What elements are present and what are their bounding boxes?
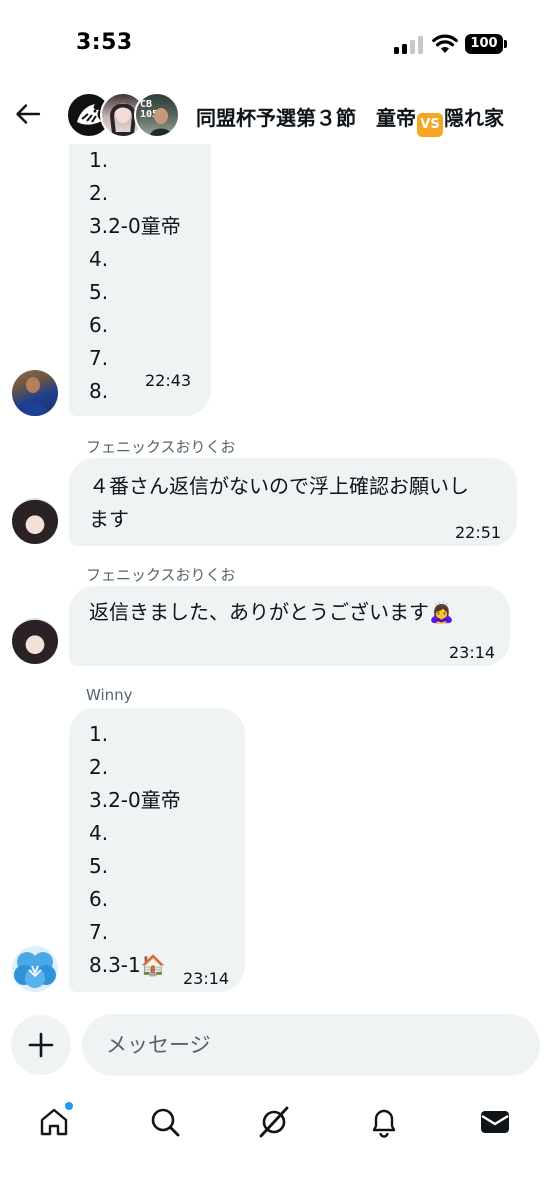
cellular-signal-icon	[394, 36, 424, 54]
sender-avatar[interactable]	[12, 370, 58, 416]
message-list[interactable]: 1. 2. 3.2-0童帝 4. 5. 6. 7. 8. 22:43 フェニック…	[0, 144, 552, 1008]
dm-conversation-screen: 3:53 100 CB 105 同盟杯予選第３節 童帝 VS 隠れ家 1. 2.…	[0, 0, 552, 1200]
message-bubble[interactable]: 1. 2. 3.2-0童帝 4. 5. 6. 7. 8.3-1🏠 23:14	[69, 708, 245, 992]
sender-name: Winny	[86, 686, 133, 704]
sender-avatar[interactable]	[12, 618, 58, 664]
message-input[interactable]	[82, 1014, 540, 1076]
battery-tip	[504, 40, 507, 48]
message-line: 1.	[89, 722, 109, 746]
message-timestamp: 23:14	[183, 969, 230, 988]
plus-icon	[28, 1032, 54, 1058]
message-line: 3.2-0童帝	[89, 788, 181, 812]
bottom-navigation	[0, 1088, 552, 1152]
sender-avatar[interactable]	[12, 946, 58, 992]
add-attachment-button[interactable]	[11, 1015, 71, 1075]
home-notification-dot	[65, 1102, 73, 1110]
message-line: 6.	[89, 887, 109, 911]
arrow-left-icon	[16, 104, 41, 124]
message-line: ４番さん返信がないので浮上確認お願いし	[89, 474, 469, 498]
grok-icon	[259, 1106, 289, 1138]
conversation-header: CB 105 同盟杯予選第３節 童帝 VS 隠れ家	[0, 88, 552, 144]
title-text-part2: 隠れ家	[444, 106, 504, 130]
message-timestamp: 22:43	[145, 371, 192, 390]
message-bubble[interactable]: ４番さん返信がないので浮上確認お願いし ます 22:51	[69, 458, 517, 546]
message-line: 2.	[89, 181, 109, 205]
message-line: 1.	[89, 148, 109, 172]
group-avatars[interactable]: CB 105	[66, 92, 184, 140]
nav-messages[interactable]	[475, 1102, 515, 1142]
message-line: 5.	[89, 280, 109, 304]
wifi-icon	[432, 33, 458, 55]
message-line: 4.	[89, 247, 109, 271]
sender-name: フェニックスおりくお	[86, 566, 236, 584]
message-line: 返信きました、ありがとうございます🙇‍♀️	[89, 600, 454, 624]
nav-grok[interactable]	[254, 1102, 294, 1142]
mail-icon	[481, 1111, 509, 1133]
sender-avatar[interactable]	[12, 498, 58, 544]
battery-indicator: 100	[465, 34, 503, 54]
message-timestamp: 22:51	[455, 523, 502, 542]
status-time: 3:53	[76, 30, 133, 55]
message-line: 6.	[89, 313, 109, 337]
message-timestamp: 23:14	[449, 643, 496, 662]
title-text-part1: 同盟杯予選第３節 童帝	[196, 106, 416, 130]
sender-name: フェニックスおりくお	[86, 438, 236, 456]
nav-notifications[interactable]	[364, 1102, 404, 1142]
message-composer	[0, 1012, 552, 1078]
message-line: 7.	[89, 920, 109, 944]
nav-home[interactable]	[34, 1102, 74, 1142]
message-bubble[interactable]: 返信きました、ありがとうございます🙇‍♀️ 23:14	[69, 586, 510, 666]
message-line: ます	[89, 507, 129, 531]
search-icon	[151, 1108, 180, 1137]
nav-search[interactable]	[145, 1102, 185, 1142]
vs-icon: VS	[417, 113, 443, 137]
back-button[interactable]	[10, 96, 46, 132]
message-bubble[interactable]: 1. 2. 3.2-0童帝 4. 5. 6. 7. 8. 22:43	[69, 144, 211, 416]
message-line: 5.	[89, 854, 109, 878]
group-avatar-player-card: CB 105	[134, 92, 180, 138]
status-bar: 3:53 100	[0, 0, 552, 92]
message-line: 4.	[89, 821, 109, 845]
bell-icon	[372, 1109, 396, 1138]
message-line: 2.	[89, 755, 109, 779]
message-line: 3.2-0童帝	[89, 214, 181, 238]
home-icon	[40, 1108, 68, 1136]
conversation-title[interactable]: 同盟杯予選第３節 童帝 VS 隠れ家	[196, 102, 504, 137]
